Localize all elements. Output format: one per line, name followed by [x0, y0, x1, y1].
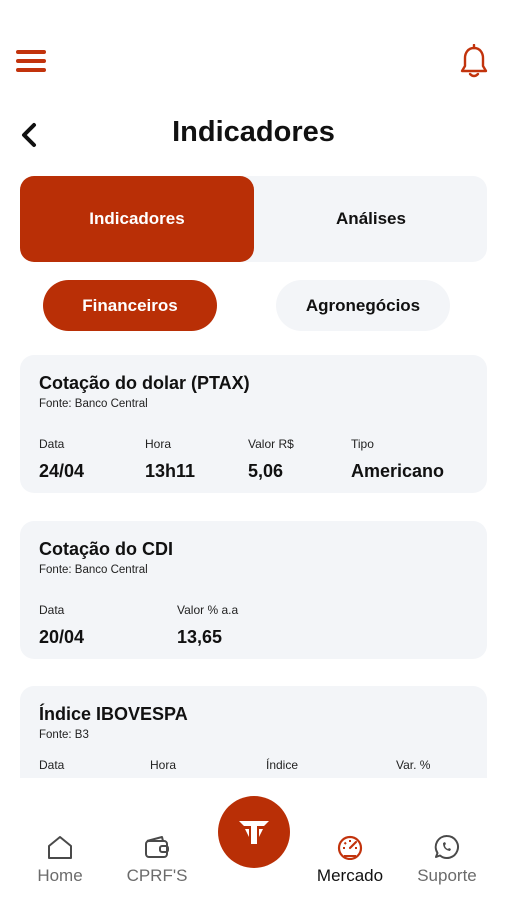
nav-label-mercado: Mercado	[316, 866, 384, 885]
card-source: Fonte: Banco Central	[39, 564, 148, 576]
title-row: Indicadores	[0, 110, 507, 158]
nav-suporte[interactable]: Suporte	[402, 834, 492, 886]
field-label-hora: Hora	[150, 758, 177, 772]
nav-home[interactable]: Home	[15, 834, 105, 886]
logo-icon	[239, 821, 269, 844]
card-dolar-ptax[interactable]: Cotação do dolar (PTAX) Fonte: Banco Cen…	[20, 355, 487, 493]
notification-bell-icon[interactable]	[459, 43, 489, 80]
nav-mercado[interactable]: Mercado	[305, 834, 395, 886]
card-source: Fonte: B3	[39, 729, 89, 741]
card-title: Índice IBOVESPA	[39, 704, 188, 724]
field-value-valor: 5,06	[248, 461, 284, 481]
nav-label-home: Home	[37, 866, 83, 885]
indicator-list[interactable]: Cotação do dolar (PTAX) Fonte: Banco Cen…	[0, 345, 507, 778]
menu-icon[interactable]	[16, 50, 46, 76]
segmented-control: Indicadores Análises	[20, 176, 487, 262]
field-label-hora: Hora	[145, 437, 172, 451]
page-title: Indicadores	[172, 116, 335, 148]
card-ibovespa[interactable]: Índice IBOVESPA Fonte: B3 Data Hora Índi…	[20, 686, 487, 778]
card-title: Cotação do dolar (PTAX)	[39, 373, 250, 393]
card-source: Fonte: Banco Central	[39, 398, 148, 410]
field-label-variacao: Var. %	[396, 758, 431, 772]
speedometer-icon	[337, 835, 363, 860]
bottom-navigation: Home CPRF'S Mercado Suporte	[0, 778, 507, 900]
field-value-valor-aa: 13,65	[177, 627, 223, 647]
field-label-data: Data	[39, 603, 65, 617]
field-label-valor: Valor R$	[248, 437, 294, 451]
card-cdi[interactable]: Cotação do CDI Fonte: Banco Central Data…	[20, 521, 487, 659]
field-label-indice: Índice	[266, 758, 299, 772]
home-icon	[48, 836, 72, 859]
field-label-data: Data	[39, 437, 65, 451]
tab-indicadores[interactable]: Indicadores	[20, 176, 254, 262]
whatsapp-icon	[434, 834, 459, 859]
field-value-tipo: Americano	[351, 461, 445, 481]
field-label-valor-aa: Valor % a.a	[177, 603, 239, 617]
card-title: Cotação do CDI	[39, 539, 174, 559]
field-value-data: 20/04	[39, 627, 85, 647]
wallet-icon	[145, 836, 169, 858]
field-label-data: Data	[39, 758, 65, 772]
top-bar	[0, 0, 507, 110]
nav-label-cprfs: CPRF'S	[126, 866, 188, 885]
field-label-tipo: Tipo	[351, 437, 374, 451]
app-logo-button[interactable]	[218, 796, 290, 868]
field-value-data: 24/04	[39, 461, 85, 481]
filter-agronegocios[interactable]: Agronegócios	[276, 280, 450, 331]
nav-label-suporte: Suporte	[417, 866, 477, 885]
filter-financeiros[interactable]: Financeiros	[43, 280, 217, 331]
nav-cprfs[interactable]: CPRF'S	[112, 834, 202, 886]
field-value-hora: 13h11	[145, 461, 196, 481]
tab-analises[interactable]: Análises	[254, 176, 488, 262]
